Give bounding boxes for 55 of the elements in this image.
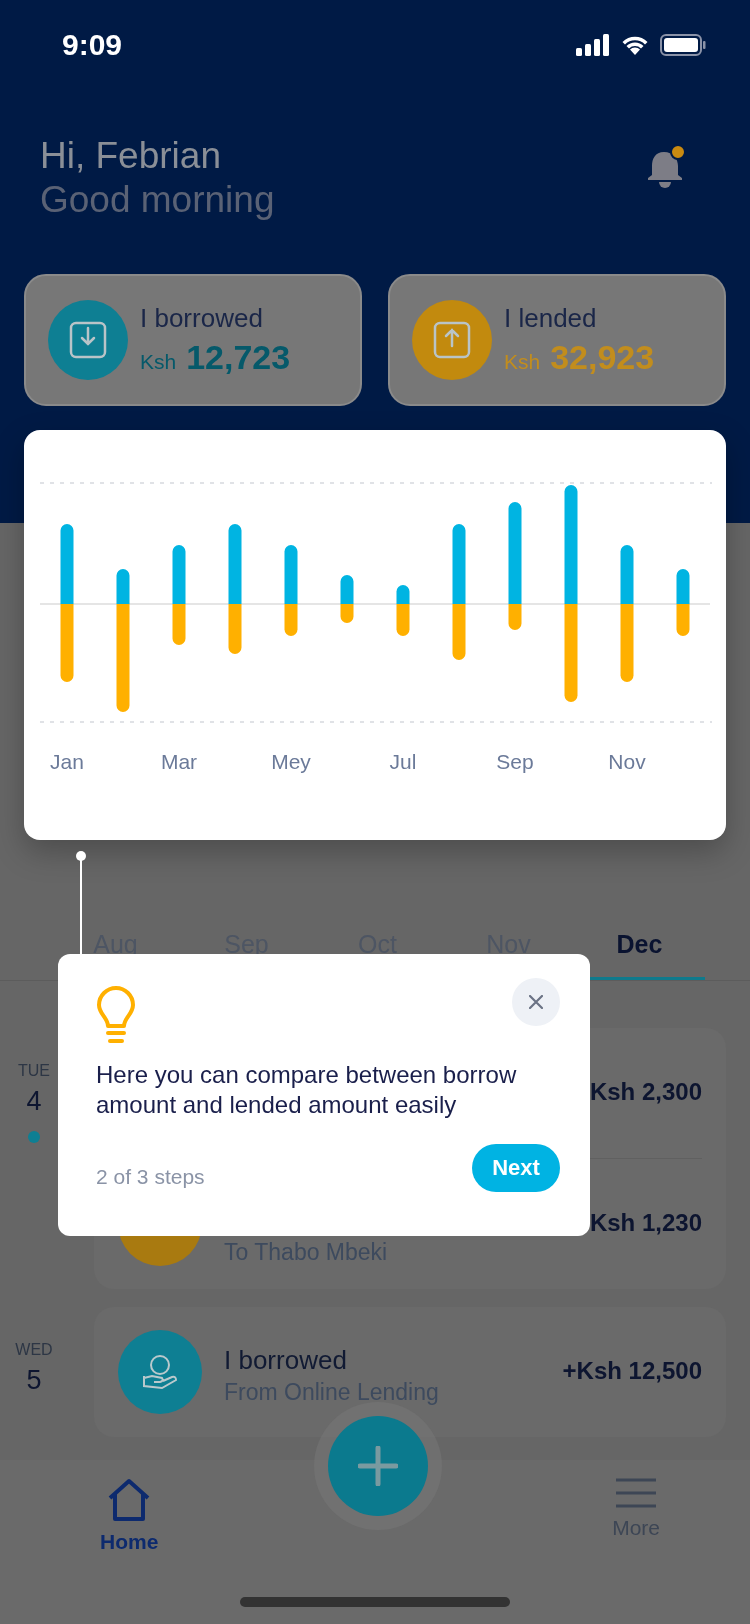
transaction-title: I borrowed [224, 1345, 348, 1375]
month-label: Sep [495, 750, 535, 774]
wifi-icon [620, 34, 650, 56]
month-label: Mar [159, 750, 199, 774]
weekday-label: WED [15, 1341, 53, 1359]
weekday-label: TUE [18, 1062, 50, 1080]
upload-tray-icon [412, 300, 492, 380]
menu-icon [616, 1478, 657, 1508]
month-label: Jan [49, 750, 85, 774]
date-label: 4 [26, 1086, 42, 1117]
lended-bar [172, 604, 186, 645]
step-counter: 2 of 3 steps [96, 1165, 205, 1189]
borrowed-bar [340, 575, 354, 604]
lended-bar [284, 604, 298, 636]
borrowed-bar [116, 569, 130, 604]
month-label: Jul [388, 750, 418, 774]
borrowed-bar [620, 545, 634, 604]
borrowed-bar [396, 585, 410, 604]
next-button[interactable]: Next [472, 1144, 560, 1192]
greeting-subtitle: Good morning [40, 178, 275, 222]
transaction-amount: Ksh 1,230 [589, 1209, 702, 1237]
signal-icon [576, 34, 610, 56]
borrowed-bar [676, 569, 690, 604]
lended-bar [452, 604, 466, 660]
timeline-dot [28, 1131, 40, 1143]
summary-card[interactable]: I lended Ksh 32,923 [388, 274, 726, 406]
lightbulb-icon [96, 986, 136, 1046]
summary-amount: 12,723 [186, 338, 291, 377]
lended-bar [340, 604, 354, 623]
download-tray-icon [48, 300, 128, 380]
lended-bar [228, 604, 242, 654]
lended-bar [396, 604, 410, 636]
greeting-title: Hi, Febrian [40, 134, 222, 178]
date-label: 5 [26, 1365, 42, 1396]
summary-label: I borrowed [140, 303, 264, 334]
borrowed-bar [284, 545, 298, 604]
summary-amount: 32,923 [550, 338, 655, 377]
lended-bar [508, 604, 522, 630]
close-button[interactable] [512, 978, 560, 1026]
summary-label: I lended [504, 303, 598, 334]
borrowed-bar [172, 545, 186, 604]
status-time: 9:09 [62, 28, 123, 62]
close-icon [529, 995, 543, 1009]
currency-label: Ksh [140, 350, 177, 374]
summary-card[interactable]: I borrowed Ksh 12,723 [24, 274, 362, 406]
currency-label: Ksh [504, 350, 541, 374]
plus-icon [358, 1446, 398, 1486]
hand-coin-icon [118, 1330, 202, 1414]
lended-bar [676, 604, 690, 636]
tooltip-message: Here you can compare between borrow amount and lended amount easily [96, 1060, 518, 1120]
transaction-amount: +Ksh 12,500 [562, 1357, 702, 1385]
month-label: Nov [607, 750, 647, 774]
nav-tab[interactable]: Home [100, 1460, 159, 1570]
battery-icon [660, 34, 706, 56]
month-label: Mey [270, 750, 312, 774]
